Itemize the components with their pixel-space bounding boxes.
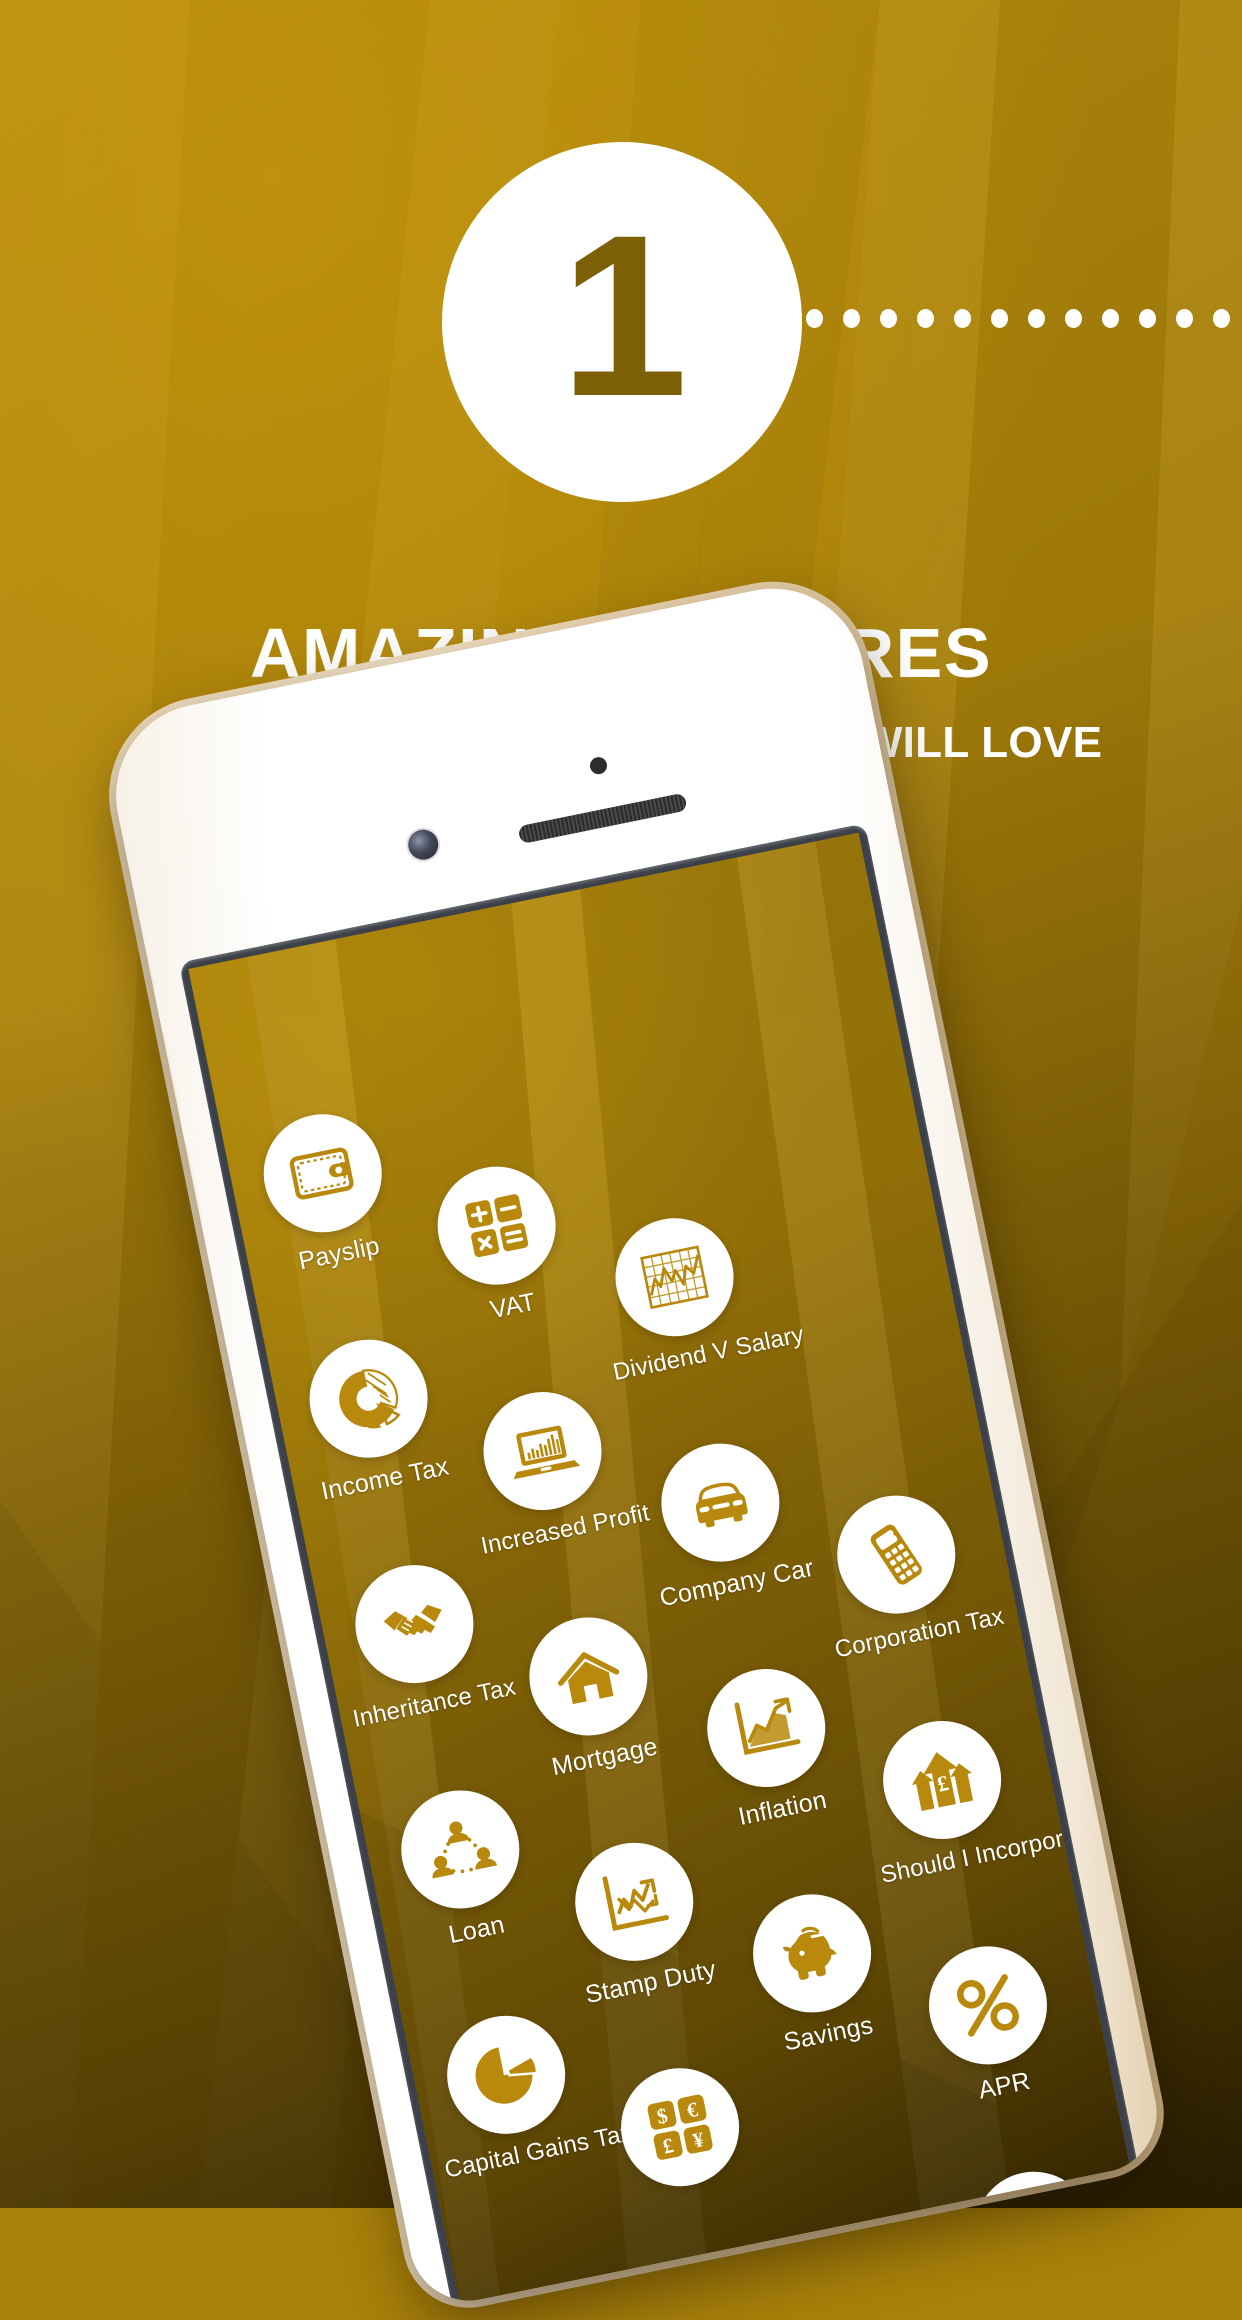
app-icon-arrows-up-pound[interactable]: £ Should I Incorporate bbox=[853, 1706, 1100, 1889]
wallet-icon bbox=[253, 1103, 393, 1243]
app-icon-currency-keys[interactable]: $ € £ ¥ bbox=[591, 2054, 769, 2201]
earpiece-speaker-icon bbox=[517, 792, 688, 845]
app-icon-label: Contractor bbox=[970, 2282, 1130, 2304]
connector-dot bbox=[991, 309, 1008, 328]
app-icon-label: APR bbox=[976, 2066, 1033, 2105]
app-icon-percent[interactable]: APR bbox=[899, 1932, 1085, 2116]
line-chart-grid-icon bbox=[604, 1207, 745, 1347]
app-icon-area-chart-arrow[interactable]: Inflation bbox=[677, 1654, 863, 1838]
calculator-keys-icon bbox=[427, 1156, 567, 1296]
connector-dot bbox=[1102, 309, 1119, 328]
connector-dot bbox=[1139, 309, 1156, 328]
connector-dot bbox=[954, 309, 971, 328]
app-icon-handshake[interactable]: Inheritance Tax bbox=[325, 1551, 518, 1734]
app-icon-wallet[interactable]: Payslip bbox=[234, 1100, 420, 1284]
area-chart-arrow-icon bbox=[696, 1658, 836, 1798]
laptop-bar-chart-icon bbox=[472, 1381, 613, 1521]
currency-keys-icon: $ € £ ¥ bbox=[610, 2057, 750, 2197]
app-icon-label: Dividend V Salary bbox=[610, 1320, 807, 1387]
pie-chart-icon bbox=[436, 2005, 576, 2145]
connector-dot bbox=[843, 309, 860, 328]
app-icon-calculator-keys[interactable]: VAT bbox=[407, 1152, 593, 1336]
app-icon-donut-chart[interactable]: Income Tax bbox=[279, 1325, 465, 1509]
donut-chart-icon bbox=[299, 1329, 439, 1469]
pocket-calculator-icon bbox=[826, 1485, 966, 1625]
app-icon-label: Increased Profit bbox=[478, 1499, 652, 1560]
house-icon bbox=[518, 1606, 658, 1747]
connector-dot bbox=[917, 309, 934, 328]
connector-dot bbox=[1176, 309, 1193, 328]
connector-dot bbox=[1028, 309, 1045, 328]
app-icon-label: Savings bbox=[781, 2011, 876, 2057]
step-badge: 1 bbox=[442, 142, 802, 502]
app-icon-people-network[interactable]: Loan bbox=[371, 1776, 557, 1960]
connector-dot bbox=[806, 309, 823, 328]
app-icon-label: Company Car bbox=[657, 1553, 817, 1613]
app-icon-laptop-bar-chart[interactable]: Increased Profit bbox=[453, 1377, 652, 1560]
step-number: 1 bbox=[560, 187, 688, 444]
app-icon-label: Capital Gains Tax bbox=[442, 2119, 635, 2184]
app-icon-label: Mortgage bbox=[549, 1732, 661, 1782]
app-icon-label: Income Tax bbox=[318, 1452, 452, 1506]
percent-icon bbox=[918, 1935, 1058, 2075]
car-front-icon bbox=[650, 1433, 790, 1573]
app-icon-label: Payslip bbox=[296, 1231, 383, 1276]
proximity-sensor-icon bbox=[588, 755, 609, 776]
arrows-up-pound-icon: £ bbox=[872, 1710, 1012, 1850]
piggy-bank-icon bbox=[742, 1883, 882, 2023]
app-icon-line-chart-grid[interactable]: Dividend V Salary bbox=[585, 1204, 807, 1387]
dotted-connector bbox=[806, 309, 1242, 328]
connector-dot bbox=[1065, 309, 1082, 328]
app-icon-label: Inflation bbox=[735, 1785, 830, 1832]
app-icon-zigzag-arrow-chart[interactable]: Stamp Duty bbox=[545, 1828, 731, 2012]
zigzag-arrow-chart-icon bbox=[564, 1832, 704, 1972]
front-camera-icon bbox=[405, 826, 441, 863]
app-icon-pie-chart[interactable]: Capital Gains Tax bbox=[417, 2001, 635, 2184]
app-icon-house[interactable]: Mortgage bbox=[499, 1603, 685, 1787]
connector-dot bbox=[1213, 309, 1230, 328]
app-icon-label: Should I Incorporate bbox=[878, 1818, 1100, 1889]
app-icon-label: Corporation Tax bbox=[832, 1602, 1007, 1664]
app-icon-label: Loan bbox=[446, 1910, 508, 1950]
app-icon-label: Stamp Duty bbox=[582, 1955, 719, 2010]
app-icon-pocket-calculator[interactable]: Corporation Tax bbox=[807, 1481, 1007, 1664]
app-icon-label: Inheritance Tax bbox=[350, 1673, 518, 1733]
app-icon-car-front[interactable]: Company Car bbox=[631, 1429, 817, 1613]
handshake-icon bbox=[344, 1554, 485, 1694]
connector-dot bbox=[880, 309, 897, 328]
app-icon-label: VAT bbox=[487, 1287, 539, 1325]
app-icon-piggy-bank[interactable]: Savings bbox=[723, 1880, 909, 2064]
people-network-icon bbox=[390, 1779, 530, 1920]
